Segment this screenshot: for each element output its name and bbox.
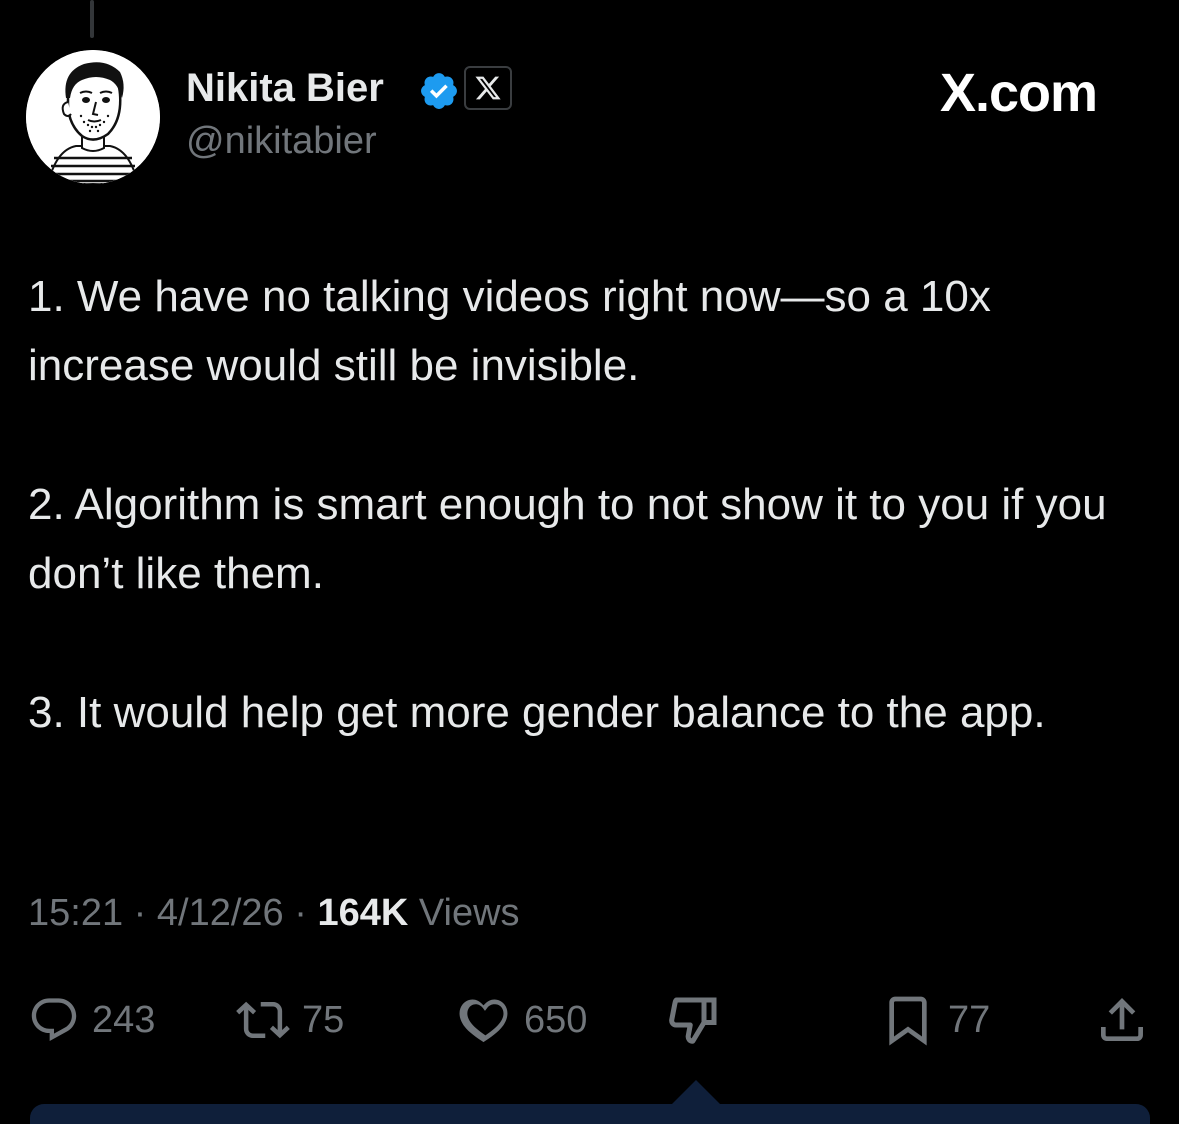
views-label: Views	[408, 892, 520, 934]
bookmark-button[interactable]: 77	[880, 985, 990, 1055]
repost-count: 75	[302, 998, 345, 1041]
reply-button[interactable]: 243	[28, 985, 155, 1055]
watermark: X.com	[940, 63, 1098, 123]
share-button[interactable]	[1094, 985, 1150, 1055]
popover-pointer	[670, 1080, 722, 1106]
action-bar: 243 75 650 77	[0, 985, 1179, 1055]
avatar-portrait-icon	[26, 50, 160, 184]
tweet-text: 1. We have no talking videos right now—s…	[28, 262, 1148, 817]
tweet-time[interactable]: 15:21	[28, 892, 123, 934]
heart-icon	[459, 999, 508, 1043]
tweet-paragraph: 3. It would help get more gender balance…	[28, 688, 1046, 737]
bookmark-icon	[889, 996, 927, 1046]
share-icon	[1101, 998, 1143, 1041]
reply-icon	[31, 998, 77, 1042]
verified-badge-icon[interactable]	[418, 70, 460, 112]
meta-separator: ·	[283, 892, 318, 934]
bottom-popover	[30, 1104, 1150, 1124]
author-handle[interactable]: @nikitabier	[186, 120, 377, 163]
tweet-paragraph: 1. We have no talking videos right now—s…	[28, 272, 991, 390]
meta-separator: ·	[123, 892, 157, 934]
author-name[interactable]: Nikita Bier	[186, 66, 384, 111]
bookmark-count: 77	[948, 998, 991, 1041]
avatar[interactable]	[26, 50, 160, 184]
tweet-paragraph: 2. Algorithm is smart enough to not show…	[28, 480, 1107, 598]
reply-count: 243	[92, 998, 156, 1041]
repost-button[interactable]: 75	[236, 985, 344, 1055]
repost-icon	[236, 1001, 290, 1039]
like-count: 650	[524, 998, 588, 1041]
like-button[interactable]: 650	[454, 985, 587, 1055]
tweet-date[interactable]: 4/12/26	[157, 892, 284, 934]
views-count[interactable]: 164K	[317, 892, 408, 934]
dislike-button[interactable]	[664, 985, 724, 1055]
tweet-meta: 15:21 · 4/12/26 · 164K Views	[28, 892, 520, 935]
x-logo-icon	[475, 76, 501, 100]
affiliate-x-badge[interactable]	[464, 66, 512, 110]
thread-connector-line	[90, 0, 94, 38]
thumbs-down-icon	[669, 997, 717, 1044]
